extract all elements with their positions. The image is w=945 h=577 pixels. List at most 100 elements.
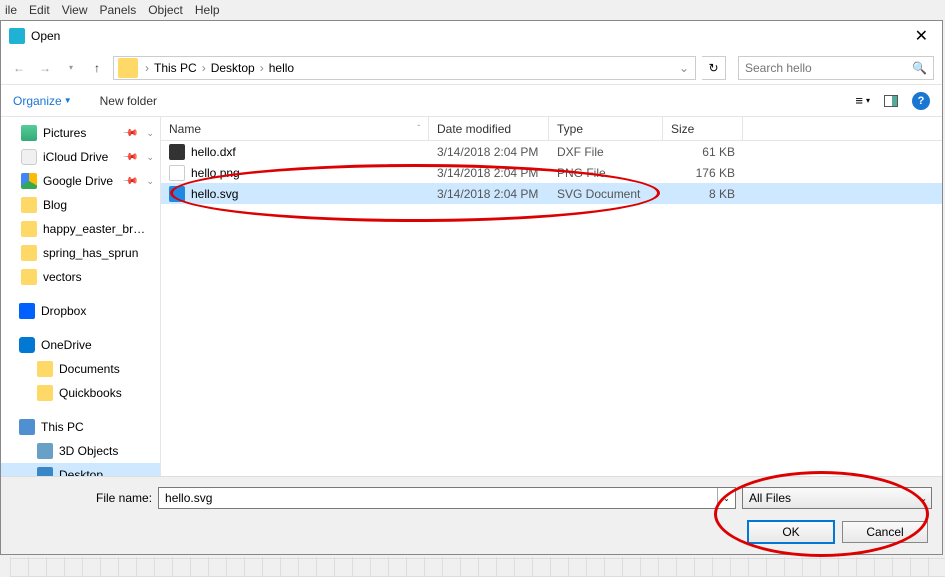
file-row[interactable]: hello.dxf3/14/2018 2:04 PMDXF File61 KB — [161, 141, 942, 162]
tree-item[interactable]: Documents — [1, 357, 160, 381]
search-input[interactable] — [745, 61, 912, 75]
preview-pane-button[interactable] — [884, 95, 898, 107]
tree-item[interactable]: This PC — [1, 415, 160, 439]
back-button[interactable]: ← — [9, 58, 29, 78]
tree-label: spring_has_sprun — [43, 246, 138, 260]
tree-label: Pictures — [43, 126, 86, 140]
pictures-icon — [21, 125, 37, 141]
help-icon[interactable]: ? — [912, 92, 930, 110]
gdrive-icon — [21, 173, 37, 189]
pc-icon — [19, 419, 35, 435]
menu-view[interactable]: View — [62, 3, 88, 17]
folder-icon — [21, 245, 37, 261]
file-name: hello.png — [191, 166, 240, 180]
tree-label: Blog — [43, 198, 67, 212]
tree-label: This PC — [41, 420, 84, 434]
tree-item[interactable]: Pictures 📌 ⌄ — [1, 121, 160, 145]
pin-icon: 📌 — [121, 173, 138, 190]
tree-item[interactable]: vectors — [1, 265, 160, 289]
folder-icon — [37, 385, 53, 401]
tree-item[interactable]: iCloud Drive📌⌄ — [1, 145, 160, 169]
tree-label: Documents — [59, 362, 120, 376]
up-button[interactable]: ↑ — [87, 58, 107, 78]
file-icon — [169, 144, 185, 160]
search-box[interactable]: 🔍 — [738, 56, 934, 80]
open-dialog: Open ✕ ← → ▾ ↑ › This PC › Desktop › hel… — [0, 20, 943, 555]
menu-help[interactable]: Help — [195, 3, 220, 17]
file-type: SVG Document — [549, 187, 663, 201]
tree-label: Dropbox — [41, 304, 86, 318]
file-size: 176 KB — [663, 166, 743, 180]
dropbox-icon — [19, 303, 35, 319]
menu-object[interactable]: Object — [148, 3, 183, 17]
tree-item[interactable]: Quickbooks — [1, 381, 160, 405]
refresh-button[interactable]: ↻ — [702, 56, 726, 80]
tree-item[interactable]: happy_easter_br… — [1, 217, 160, 241]
file-row[interactable]: hello.svg3/14/2018 2:04 PMSVG Document8 … — [161, 183, 942, 204]
tree-item[interactable]: Blog — [1, 193, 160, 217]
close-icon[interactable]: ✕ — [909, 26, 934, 46]
forward-button: → — [35, 58, 55, 78]
menu-ile[interactable]: ile — [5, 3, 17, 17]
tree-item[interactable]: spring_has_sprun — [1, 241, 160, 265]
folder-icon — [21, 197, 37, 213]
chevron-down-icon: ⌄ — [920, 494, 927, 503]
recent-dropdown[interactable]: ▾ — [61, 58, 81, 78]
breadcrumb[interactable]: › This PC › Desktop › hello ⌄ — [113, 56, 696, 80]
search-icon: 🔍 — [912, 61, 927, 75]
tree-item[interactable]: 3D Objects — [1, 439, 160, 463]
view-mode-button[interactable]: ≡▾ — [855, 93, 870, 108]
breadcrumb-dropdown-icon[interactable]: ⌄ — [673, 61, 695, 75]
col-size[interactable]: Size — [663, 117, 743, 140]
file-icon — [169, 186, 185, 202]
cancel-button[interactable]: Cancel — [842, 521, 928, 543]
folder-icon — [21, 221, 37, 237]
chevron-down-icon: ⌄ — [146, 176, 154, 187]
tree-item[interactable]: Google Drive 📌 ⌄ — [1, 169, 160, 193]
filename-input[interactable]: hello.svg ⌄ — [158, 487, 736, 509]
filename-value: hello.svg — [165, 491, 212, 505]
pin-icon: 📌 — [121, 125, 138, 142]
organize-button[interactable]: Organize — [13, 94, 62, 108]
file-type: DXF File — [549, 145, 663, 159]
chevron-down-icon: ⌄ — [146, 128, 154, 139]
file-size: 8 KB — [663, 187, 743, 201]
filename-label: File name: — [96, 491, 152, 505]
col-date[interactable]: Date modified — [429, 117, 549, 140]
tree-label: iCloud Drive — [43, 150, 108, 164]
tree-label: OneDrive — [41, 338, 92, 352]
crumb-hello[interactable]: hello — [267, 61, 296, 75]
col-name[interactable]: Nameˆ — [161, 117, 429, 140]
tree-label: Quickbooks — [59, 386, 122, 400]
onedrive-icon — [19, 337, 35, 353]
crumb-desktop[interactable]: Desktop — [209, 61, 257, 75]
crumb-thispc[interactable]: This PC — [152, 61, 199, 75]
folder-icon — [21, 269, 37, 285]
ok-button[interactable]: OK — [748, 521, 834, 543]
dialog-title: Open — [31, 29, 909, 43]
bottom-panel: File name: hello.svg ⌄ All Files ⌄ OK Ca… — [1, 476, 942, 554]
nav-row: ← → ▾ ↑ › This PC › Desktop › hello ⌄ ↻ … — [1, 51, 942, 85]
file-type: PNG File — [549, 166, 663, 180]
col-type[interactable]: Type — [549, 117, 663, 140]
tree-item[interactable]: Dropbox — [1, 299, 160, 323]
tree-label: vectors — [43, 270, 82, 284]
file-name: hello.dxf — [191, 145, 236, 159]
organize-dropdown-icon[interactable]: ▼ — [64, 96, 72, 105]
folder-icon — [37, 361, 53, 377]
new-folder-button[interactable]: New folder — [100, 94, 157, 108]
obj-icon — [37, 443, 53, 459]
toolbar: Organize ▼ New folder ≡▾ ? — [1, 85, 942, 117]
file-date: 3/14/2018 2:04 PM — [429, 145, 549, 159]
filename-dropdown-icon[interactable]: ⌄ — [717, 488, 735, 508]
app-icon — [9, 28, 25, 44]
file-row[interactable]: hello.png3/14/2018 2:04 PMPNG File176 KB — [161, 162, 942, 183]
chevron-down-icon: ⌄ — [146, 152, 154, 163]
file-pane: Nameˆ Date modified Type Size hello.dxf 3… — [161, 117, 942, 511]
app-menubar: ile Edit View Panels Object Help — [0, 0, 945, 20]
menu-edit[interactable]: Edit — [29, 3, 50, 17]
menu-panels[interactable]: Panels — [100, 3, 137, 17]
filetype-select[interactable]: All Files ⌄ — [742, 487, 932, 509]
tree-item[interactable]: OneDrive — [1, 333, 160, 357]
tree-label: Google Drive — [43, 174, 113, 188]
